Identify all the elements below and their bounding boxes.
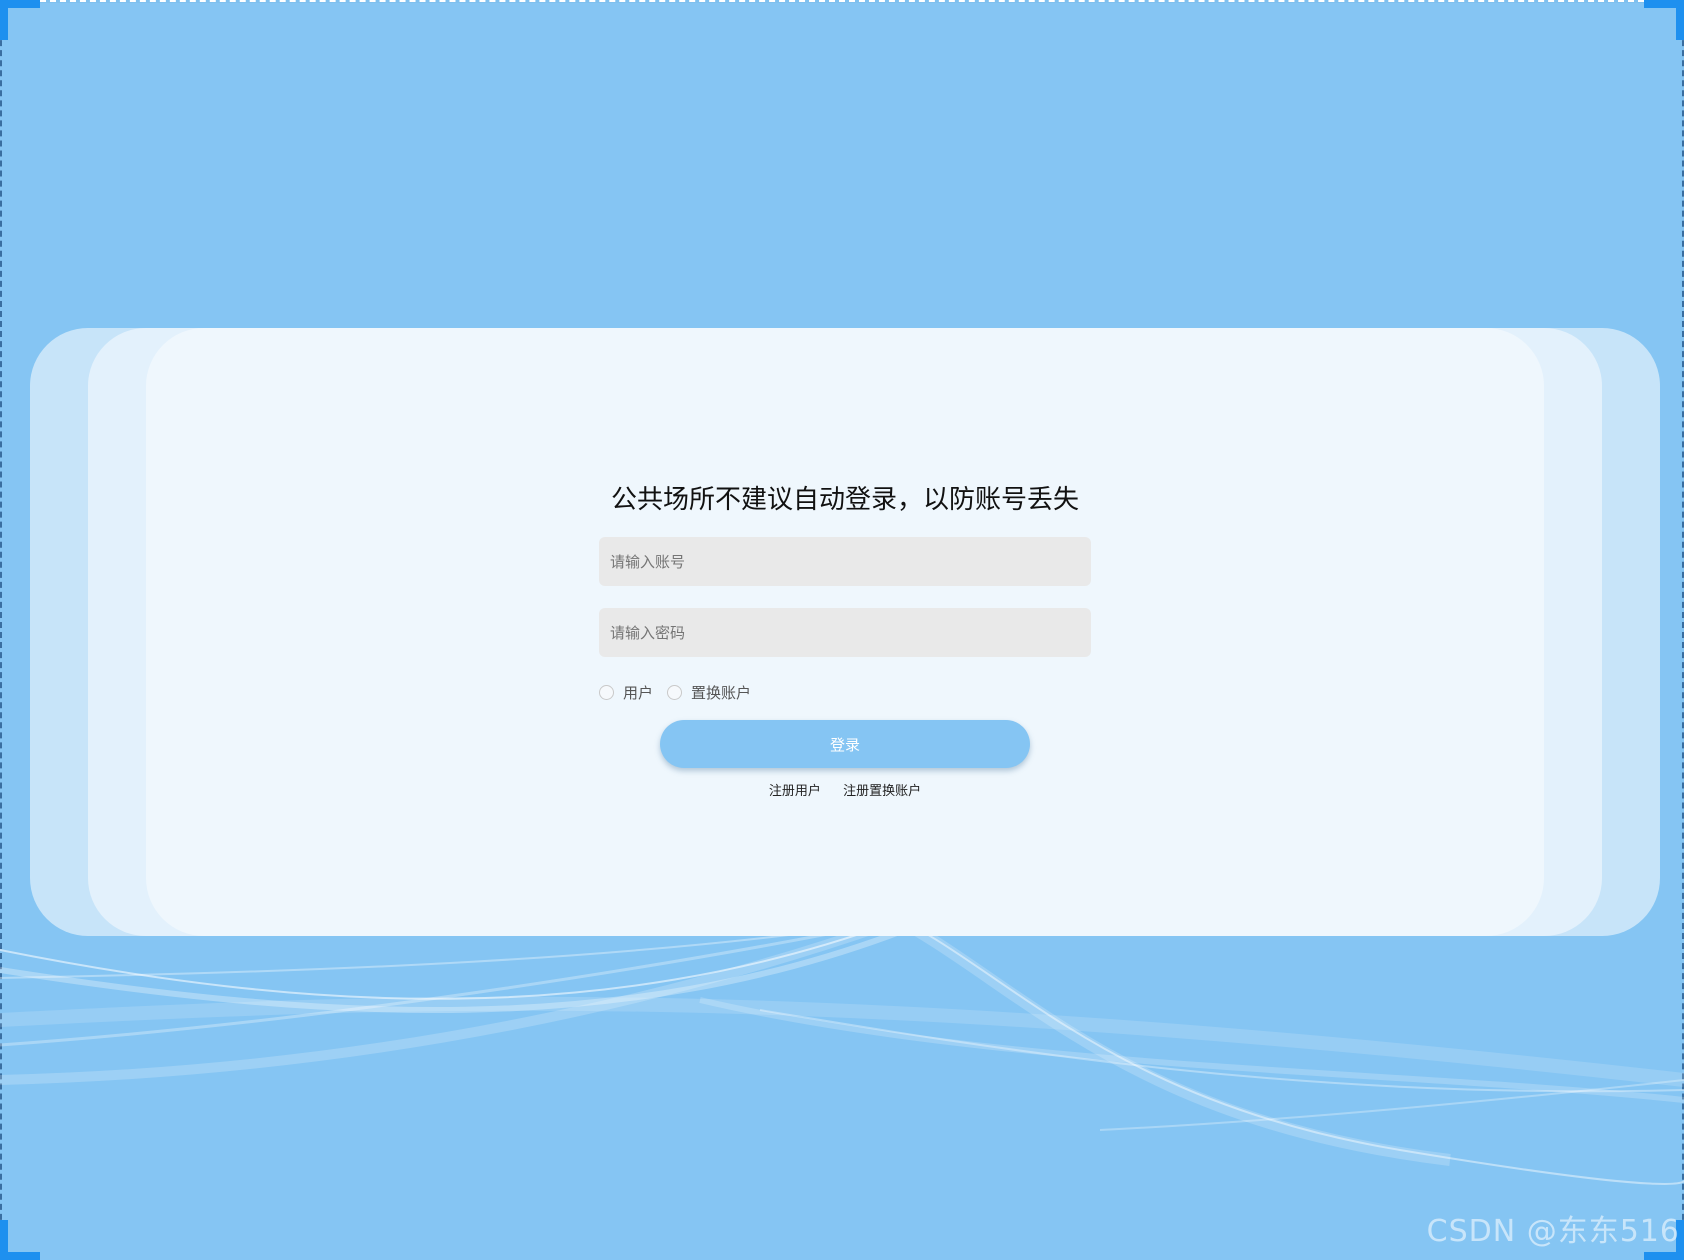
login-page: 公共场所不建议自动登录，以防账号丢失 用户 置换账户 登录 注册用户 注册置换账… xyxy=(0,0,1684,1260)
login-form: 公共场所不建议自动登录，以防账号丢失 用户 置换账户 登录 注册用户 注册置换账… xyxy=(599,480,1091,799)
watermark: CSDN @东东516 xyxy=(1426,1214,1680,1249)
radio-circle-icon[interactable] xyxy=(599,684,614,700)
register-exchange-account-link[interactable]: 注册置换账户 xyxy=(843,784,921,799)
role-option-user[interactable]: 用户 xyxy=(599,682,653,703)
register-links: 注册用户 注册置换账户 xyxy=(599,780,1091,799)
resize-handle-top-right-h[interactable] xyxy=(1644,0,1684,8)
role-label-user: 用户 xyxy=(623,683,654,702)
register-user-link[interactable]: 注册用户 xyxy=(769,784,821,799)
role-label-exchange-account: 置换账户 xyxy=(691,683,752,702)
account-input[interactable] xyxy=(599,537,1091,586)
password-input[interactable] xyxy=(599,608,1091,657)
resize-handle-top-left-h[interactable] xyxy=(0,0,40,8)
login-title: 公共场所不建议自动登录，以防账号丢失 xyxy=(610,485,1079,515)
role-selector: 用户 置换账户 xyxy=(599,682,1091,702)
role-option-exchange-account[interactable]: 置换账户 xyxy=(667,682,751,703)
radio-circle-icon[interactable] xyxy=(667,684,683,700)
selection-frame-top xyxy=(40,0,1644,3)
login-button[interactable]: 登录 xyxy=(660,720,1030,768)
